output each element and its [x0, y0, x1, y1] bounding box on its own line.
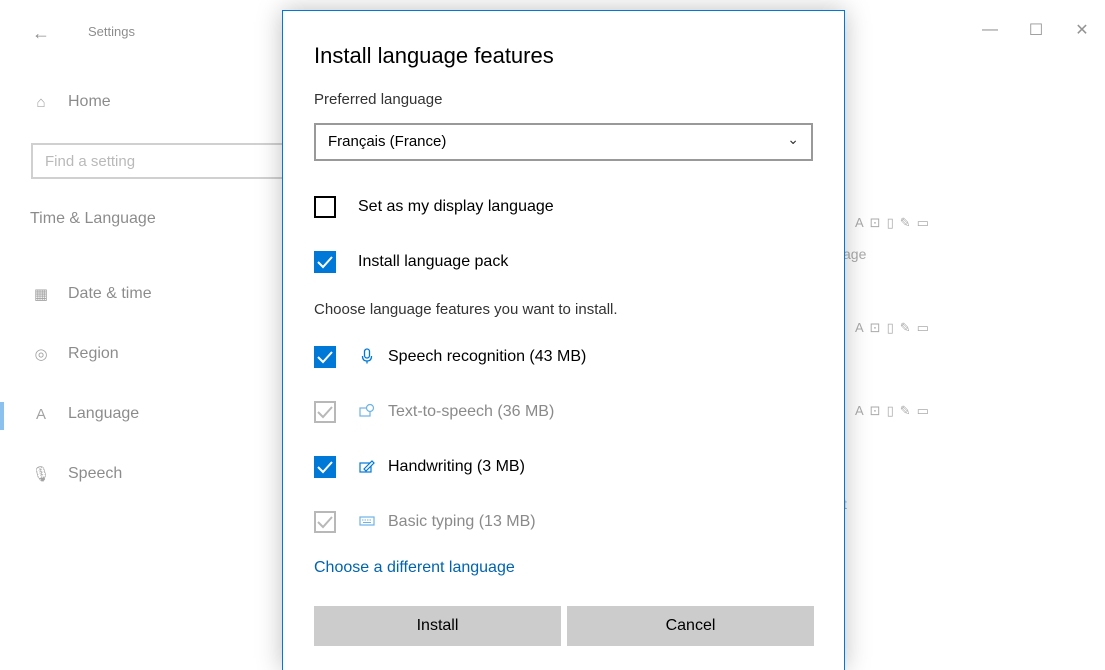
- home-icon: ⌂: [36, 93, 46, 111]
- display-language-checkbox[interactable]: [314, 196, 336, 218]
- speech-recognition-label: Speech recognition (43 MB): [388, 348, 587, 365]
- section-title: Time & Language: [30, 210, 156, 227]
- keyboard-icon: ▭: [916, 403, 935, 418]
- keyboard-icon: [358, 514, 376, 530]
- language-pack-checkbox[interactable]: [314, 251, 336, 273]
- feature-basic-typing: Basic typing (13 MB): [314, 511, 536, 533]
- sidebar-item-label: Speech: [68, 465, 123, 482]
- handwriting-icon: [358, 459, 376, 476]
- handwriting-icon: ✎: [899, 403, 917, 418]
- maximize-button[interactable]: ☐: [1013, 10, 1059, 50]
- handwriting-label: Handwriting (3 MB): [388, 458, 525, 475]
- handwriting-checkbox[interactable]: [314, 456, 336, 478]
- sidebar-item-home[interactable]: ⌂ Home: [30, 93, 111, 111]
- preferred-language-label: Preferred language: [314, 91, 443, 108]
- speech-recognition-checkbox[interactable]: [314, 346, 336, 368]
- background-text-fragment: age: [843, 246, 867, 262]
- keyboard-icon: ▭: [916, 320, 935, 335]
- handwriting-icon: ✎: [899, 215, 917, 230]
- language-icon: A: [855, 215, 870, 230]
- selected-indicator: [0, 402, 4, 430]
- language-feature-icons-row: A⊡▯✎▭: [855, 215, 935, 231]
- microphone-icon: ▯: [886, 403, 900, 418]
- sidebar-item-label: Language: [68, 405, 140, 422]
- sidebar-item-region[interactable]: ◎ Region: [30, 345, 119, 363]
- checkmark-icon: [317, 351, 333, 364]
- language-feature-icons-row: A⊡▯✎▭: [855, 320, 935, 336]
- feature-handwriting[interactable]: Handwriting (3 MB): [314, 456, 525, 478]
- sidebar-item-label: Region: [68, 345, 119, 362]
- microphone-icon: ▯: [886, 215, 900, 230]
- handwriting-icon: ✎: [899, 320, 917, 335]
- choose-different-language-link[interactable]: Choose a different language: [314, 559, 515, 577]
- checkmark-icon: [317, 516, 333, 529]
- text-to-speech-checkbox: [314, 401, 336, 423]
- sidebar-item-label: Home: [68, 93, 111, 110]
- sidebar-item-label: Date & time: [68, 285, 152, 302]
- microphone-icon: 🎙: [31, 466, 51, 483]
- microphone-icon: [358, 347, 376, 367]
- sidebar-item-speech[interactable]: 🎙 Speech: [30, 465, 122, 483]
- basic-typing-label: Basic typing (13 MB): [388, 513, 536, 530]
- feature-speech-recognition[interactable]: Speech recognition (43 MB): [314, 346, 586, 368]
- globe-icon: ◎: [34, 346, 48, 363]
- minimize-button[interactable]: —: [967, 10, 1013, 50]
- language-icon: A: [855, 320, 870, 335]
- display-language-label: Set as my display language: [358, 198, 554, 215]
- text-to-speech-icon: ⊡: [869, 320, 887, 335]
- chevron-down-icon: ⌄: [787, 131, 799, 147]
- sidebar-item-date-time[interactable]: ▦ Date & time: [30, 285, 152, 303]
- display-language-option[interactable]: Set as my display language: [314, 196, 554, 218]
- window-controls: — ☐ ✕: [967, 10, 1105, 50]
- language-feature-icons-row: A⊡▯✎▭: [855, 403, 935, 419]
- language-pack-label: Install language pack: [358, 253, 509, 270]
- text-to-speech-icon: [358, 403, 376, 422]
- feature-text-to-speech: Text-to-speech (36 MB): [314, 401, 554, 423]
- search-input[interactable]: Find a setting: [31, 143, 291, 179]
- language-dropdown[interactable]: Français (France) ⌄: [314, 123, 813, 161]
- sidebar-item-language[interactable]: A Language: [30, 405, 139, 423]
- text-to-speech-label: Text-to-speech (36 MB): [388, 403, 555, 420]
- language-pack-option[interactable]: Install language pack: [314, 251, 508, 273]
- window-title: Settings: [88, 24, 135, 39]
- cancel-button[interactable]: Cancel: [567, 606, 814, 646]
- text-to-speech-icon: ⊡: [869, 403, 887, 418]
- back-arrow-icon[interactable]: ←: [26, 18, 56, 48]
- checkmark-icon: [317, 461, 333, 474]
- dialog-title: Install language features: [314, 43, 554, 68]
- checkmark-icon: [317, 406, 333, 419]
- settings-window: ← Settings — ☐ ✕ ⌂ Home Find a setting T…: [0, 0, 1105, 670]
- keyboard-icon: ▭: [916, 215, 935, 230]
- features-hint: Choose language features you want to ins…: [314, 301, 618, 318]
- language-dropdown-value: Français (France): [328, 133, 447, 150]
- language-icon: A: [855, 403, 870, 418]
- text-to-speech-icon: ⊡: [869, 215, 887, 230]
- install-language-features-dialog: Install language features Preferred lang…: [282, 10, 845, 670]
- close-icon: ✕: [1075, 22, 1089, 39]
- maximize-icon: ☐: [1028, 22, 1044, 39]
- install-button[interactable]: Install: [314, 606, 561, 646]
- basic-typing-checkbox: [314, 511, 336, 533]
- language-icon: A: [35, 405, 46, 423]
- minimize-icon: —: [982, 21, 998, 38]
- calendar-clock-icon: ▦: [33, 286, 49, 303]
- checkmark-icon: [317, 256, 333, 269]
- close-button[interactable]: ✕: [1059, 10, 1105, 50]
- microphone-icon: ▯: [886, 320, 900, 335]
